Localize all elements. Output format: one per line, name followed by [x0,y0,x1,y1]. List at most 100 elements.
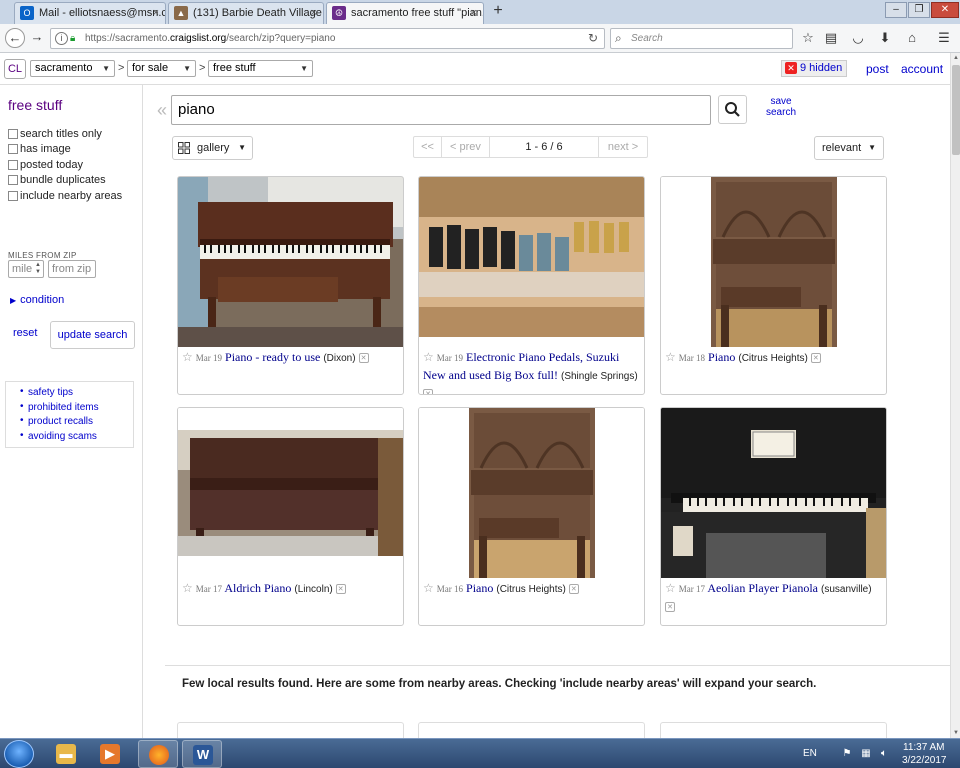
favorite-star-icon[interactable]: ☆ [182,350,193,364]
listing-photo[interactable] [419,177,644,347]
sort-select[interactable]: relevant ▼ [814,136,884,160]
hide-listing-icon[interactable]: ✕ [335,584,346,595]
include-nearby-areas-checkbox[interactable]: include nearby areas [8,190,122,202]
listing-title[interactable]: Piano [708,350,735,364]
favorite-star-icon[interactable]: ☆ [665,581,676,595]
reset-link[interactable]: reset [13,327,37,339]
info-icon[interactable]: i [55,32,68,45]
checkbox[interactable] [8,144,18,154]
safety-tips-link[interactable]: safety tips [6,386,133,402]
result-card[interactable]: ☆ Mar 17 Aldrich Piano (Lincoln) ✕ [177,407,404,626]
avoiding-scams-link[interactable]: avoiding scams [6,430,133,446]
download-icon[interactable]: ⬇ [877,30,893,46]
pocket-icon[interactable]: ◡ [850,30,866,46]
save-search-link[interactable]: save search [760,96,802,118]
flag-icon[interactable]: ⚑ [841,748,853,760]
listing-photo[interactable] [178,408,403,578]
category-select[interactable]: free stuff ▼ [208,60,313,77]
tab-craigslist[interactable]: ☮ sacramento free stuff "pian... × [326,2,484,24]
next-page-button[interactable]: next > [599,137,647,157]
bookmark-star-icon[interactable]: ☆ [800,30,816,46]
scrollbar-thumb[interactable] [952,65,960,155]
miles-input[interactable]: mile ▲ ▼ [8,260,44,278]
product-recalls-link[interactable]: product recalls [6,415,133,431]
nearby-result-card[interactable] [418,722,645,738]
home-icon[interactable]: ⌂ [904,30,920,46]
listing-photo[interactable] [661,408,886,578]
favorite-star-icon[interactable]: ☆ [423,350,434,364]
clock-date[interactable]: 3/22/2017 [902,755,947,766]
stepper-icon[interactable]: ▲ ▼ [35,262,41,276]
page-scrollbar[interactable]: ▲ ▼ [950,53,960,738]
search-button[interactable] [718,95,747,124]
posted-today-checkbox[interactable]: posted today [8,159,83,171]
checkbox[interactable] [8,160,18,170]
hide-listing-icon[interactable]: ✕ [423,389,433,394]
listing-photo[interactable] [419,408,644,578]
minimize-button[interactable]: – [885,2,907,18]
new-tab-button[interactable]: + [488,2,508,22]
close-tab-icon[interactable]: × [471,3,477,23]
volume-icon[interactable]: 🔈︎ [878,748,890,760]
first-page-button[interactable]: << [414,137,442,157]
close-window-button[interactable]: ✕ [931,2,959,18]
tab-youtube[interactable]: ▲ (131) Barbie Death Village r... × [168,2,324,24]
language-indicator[interactable]: EN [803,748,817,759]
listing-title[interactable]: Piano [466,581,493,595]
has-image-checkbox[interactable]: has image [8,143,71,155]
result-card[interactable]: ☆ Mar 16 Piano (Citrus Heights) ✕ [418,407,645,626]
search-titles-only-checkbox[interactable]: search titles only [8,128,102,140]
nearby-result-card[interactable] [660,722,887,738]
back-icon[interactable]: ← [5,28,25,48]
checkbox[interactable] [8,191,18,201]
hidden-posts-button[interactable]: ✕ 9 hidden [781,60,848,77]
browser-search-input[interactable]: ⌕ Search [610,28,793,49]
taskbar-explorer[interactable]: ▬ [46,740,86,768]
listing-photo[interactable] [661,177,886,347]
scroll-up-icon[interactable]: ▲ [953,55,959,61]
result-card[interactable]: ☆ Mar 19 Electronic Piano Pedals, Suzuki… [418,176,645,395]
area-select[interactable]: sacramento ▼ [30,60,115,77]
hide-listing-icon[interactable]: ✕ [568,584,579,595]
hide-listing-icon[interactable]: ✕ [665,602,675,613]
network-icon[interactable]: ▦ [860,748,872,760]
reading-list-icon[interactable]: ▤ [823,30,839,46]
start-button[interactable] [4,740,34,768]
reload-icon[interactable]: ↻ [588,29,598,48]
update-search-button[interactable]: update search [50,321,135,349]
search-query-input[interactable]: piano [171,95,711,125]
prohibited-items-link[interactable]: prohibited items [6,401,133,417]
hide-listing-icon[interactable]: ✕ [358,353,369,364]
result-card[interactable]: ☆ Mar 19 Piano - ready to use (Dixon) ✕ [177,176,404,395]
clock-time[interactable]: 11:37 AM [903,742,945,753]
result-card[interactable]: ☆ Mar 17 Aeolian Player Pianola (susanvi… [660,407,887,626]
result-card[interactable]: ☆ Mar 18 Piano (Citrus Heights) ✕ [660,176,887,395]
account-link[interactable]: account [901,62,943,76]
prev-page-button[interactable]: < prev [442,137,490,157]
bundle-duplicates-checkbox[interactable]: bundle duplicates [8,174,106,186]
favorite-star-icon[interactable]: ☆ [182,581,193,595]
listing-title[interactable]: Piano - ready to use [225,350,320,364]
restore-button[interactable]: ❐ [908,2,930,18]
url-bar[interactable]: i 🔒︎ https://sacramento.craigslist.org/s… [50,28,605,49]
section-select[interactable]: for sale ▼ [127,60,196,77]
collapse-sidebar-icon[interactable]: « [157,100,167,121]
favorite-star-icon[interactable]: ☆ [665,350,676,364]
taskbar-firefox[interactable] [138,740,178,768]
listing-title[interactable]: Aldrich Piano [224,581,291,595]
hide-listing-icon[interactable]: ✕ [810,353,821,364]
listing-title[interactable]: Aeolian Player Pianola [707,581,818,595]
close-tab-icon[interactable]: × [153,3,159,23]
checkbox[interactable] [8,129,18,139]
scroll-down-icon[interactable]: ▼ [953,730,959,736]
taskbar-word[interactable]: W [182,740,222,768]
checkbox[interactable] [8,175,18,185]
post-link[interactable]: post [866,62,889,76]
zip-input[interactable]: from zip [48,260,96,278]
forward-icon[interactable]: → [27,28,47,48]
view-mode-select[interactable]: gallery ▼ [172,136,253,160]
menu-icon[interactable]: ☰ [936,30,952,46]
close-tab-icon[interactable]: × [311,3,317,23]
condition-toggle[interactable]: ▶ condition [10,294,64,306]
nearby-result-card[interactable] [177,722,404,738]
